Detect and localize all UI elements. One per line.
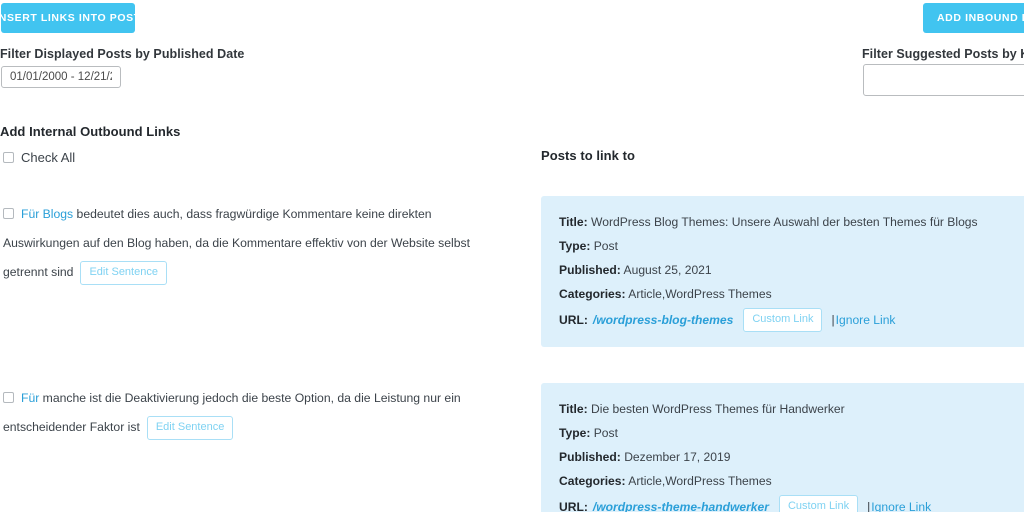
post-url-row: URL: /wordpress-theme-handwerker Custom … bbox=[559, 495, 1023, 512]
post-type-line: Type: Post bbox=[559, 234, 1023, 258]
post-url-value[interactable]: /wordpress-theme-handwerker bbox=[593, 495, 769, 512]
post-type-value: Post bbox=[593, 426, 618, 440]
post-categories-line: Categories: Article,WordPress Themes bbox=[559, 282, 1023, 306]
ignore-link-button[interactable]: Ignore Link bbox=[836, 308, 896, 332]
post-url-value[interactable]: /wordpress-blog-themes bbox=[593, 308, 733, 332]
published-field-label: Published: bbox=[559, 263, 621, 277]
categories-field-label: Categories: bbox=[559, 287, 626, 301]
filter-date-label: Filter Displayed Posts by Published Date bbox=[0, 47, 245, 61]
separator-pipe: | bbox=[831, 313, 835, 327]
add-inbound-links-button[interactable]: ADD INBOUND LINKS bbox=[923, 3, 1024, 33]
post-title-value: WordPress Blog Themes: Unsere Auswahl de… bbox=[591, 215, 978, 229]
post-title-value: Die besten WordPress Themes für Handwerk… bbox=[591, 402, 845, 416]
date-range-input[interactable] bbox=[1, 66, 121, 88]
add-internal-outbound-links-heading: Add Internal Outbound Links bbox=[0, 124, 181, 139]
check-all-row[interactable]: Check All bbox=[3, 150, 75, 165]
ignore-link-button[interactable]: Ignore Link bbox=[871, 495, 931, 512]
sentence-anchor-link[interactable]: Für bbox=[21, 391, 39, 405]
url-field-label: URL: bbox=[559, 500, 588, 512]
posts-to-link-to-heading: Posts to link to bbox=[541, 148, 635, 163]
post-categories-value: Article,WordPress Themes bbox=[628, 474, 772, 488]
page-root: INSERT LINKS INTO POST ADD INBOUND LINKS… bbox=[0, 0, 1024, 512]
published-field-label: Published: bbox=[559, 450, 621, 464]
post-published-line: Published: August 25, 2021 bbox=[559, 258, 1023, 282]
insert-links-into-post-button[interactable]: INSERT LINKS INTO POST bbox=[0, 3, 140, 33]
title-field-label: Title: bbox=[559, 402, 588, 416]
sentence-row: Für manche ist die Deaktivierung jedoch … bbox=[3, 384, 503, 442]
post-type-line: Type: Post bbox=[559, 421, 1023, 445]
type-field-label: Type: bbox=[559, 239, 591, 253]
sentence-checkbox[interactable] bbox=[3, 392, 14, 403]
sentence-checkbox[interactable] bbox=[3, 208, 14, 219]
filter-keyword-label: Filter Suggested Posts by Keyword bbox=[862, 47, 1024, 61]
post-title-line: Title: Die besten WordPress Themes für H… bbox=[559, 397, 1023, 421]
post-published-value: August 25, 2021 bbox=[623, 263, 712, 277]
post-categories-value: Article,WordPress Themes bbox=[628, 287, 772, 301]
sentence-row: Für Blogs bedeutet dies auch, dass fragw… bbox=[3, 200, 503, 287]
check-all-checkbox[interactable] bbox=[3, 152, 14, 163]
post-categories-line: Categories: Article,WordPress Themes bbox=[559, 469, 1023, 493]
custom-link-button[interactable]: Custom Link bbox=[743, 308, 823, 332]
post-published-value: Dezember 17, 2019 bbox=[624, 450, 731, 464]
sentence-text: bedeutet dies auch, dass fragwürdige Kom… bbox=[3, 207, 471, 279]
custom-link-button[interactable]: Custom Link bbox=[778, 495, 859, 512]
edit-sentence-button[interactable]: Edit Sentence bbox=[80, 261, 167, 285]
sentence-anchor-link[interactable]: Für Blogs bbox=[21, 207, 73, 221]
post-card: Title: WordPress Blog Themes: Unsere Aus… bbox=[541, 196, 1024, 347]
post-type-value: Post bbox=[593, 239, 618, 253]
separator-pipe: | bbox=[867, 500, 871, 512]
post-card: Title: Die besten WordPress Themes für H… bbox=[541, 383, 1024, 512]
type-field-label: Type: bbox=[559, 426, 591, 440]
edit-sentence-button[interactable]: Edit Sentence bbox=[146, 416, 234, 440]
url-field-label: URL: bbox=[559, 313, 588, 327]
categories-field-label: Categories: bbox=[559, 474, 626, 488]
title-field-label: Title: bbox=[559, 215, 588, 229]
keyword-search-input[interactable] bbox=[863, 64, 1024, 96]
post-published-line: Published: Dezember 17, 2019 bbox=[559, 445, 1023, 469]
check-all-label: Check All bbox=[21, 150, 76, 165]
post-url-row: URL: /wordpress-blog-themes Custom Link … bbox=[559, 308, 1023, 332]
post-title-line: Title: WordPress Blog Themes: Unsere Aus… bbox=[559, 210, 1023, 234]
